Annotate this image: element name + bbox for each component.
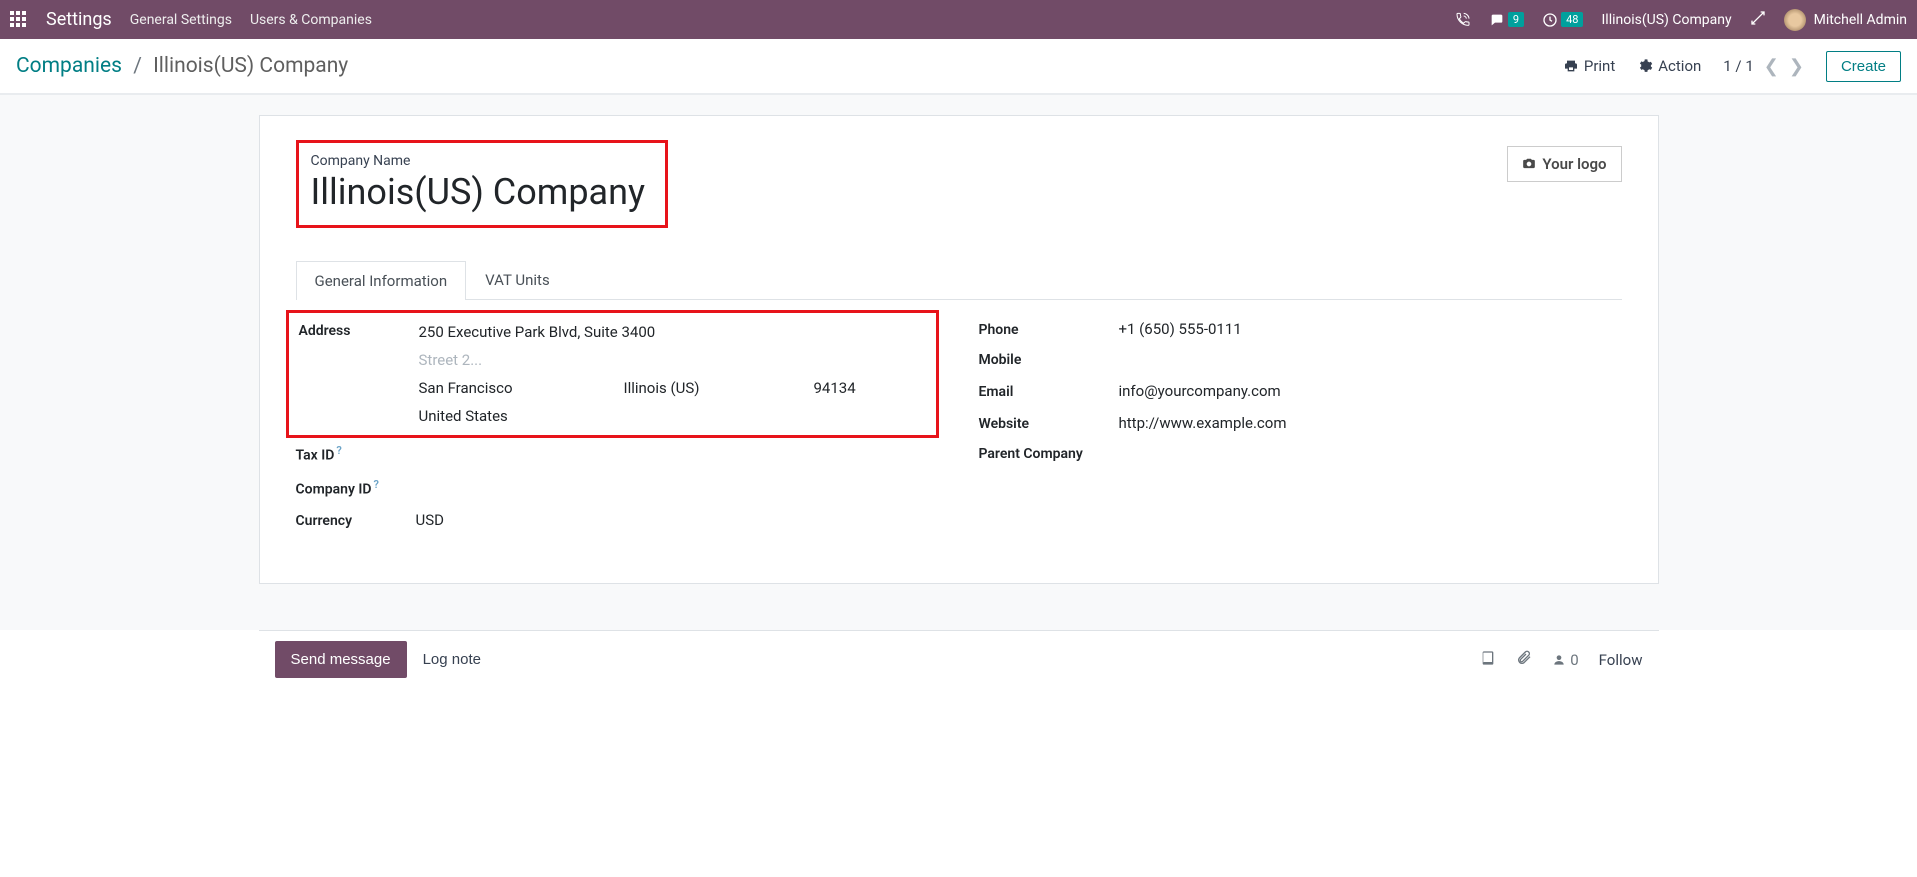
state-field[interactable]: Illinois (US) [624,379,774,397]
phone-label: Phone [979,322,1119,338]
city-field[interactable]: San Francisco [419,379,584,397]
pager-next[interactable]: ❯ [1789,56,1804,77]
attachment-icon[interactable] [1516,650,1532,670]
email-field[interactable]: info@yourcompany.com [1119,382,1622,400]
street2-field[interactable]: Street 2... [419,351,918,369]
follow-button[interactable]: Follow [1599,651,1643,669]
content-area: Company Name Illinois(US) Company Your l… [0,94,1917,630]
control-bar: Companies / Illinois(US) Company Print A… [0,39,1917,94]
pager-prev[interactable]: ❮ [1764,56,1779,77]
mobile-label: Mobile [979,352,1119,368]
company-name-block: Company Name Illinois(US) Company [296,140,669,228]
parent-company-label: Parent Company [979,446,1119,462]
breadcrumb-current: Illinois(US) Company [153,54,348,78]
followers-button[interactable]: 0 [1552,651,1578,669]
chatter-bar: Send message Log note 0 Follow [259,630,1659,688]
form-grid: Address 250 Executive Park Blvd, Suite 3… [296,320,1622,543]
address-highlight-box: Address 250 Executive Park Blvd, Suite 3… [286,310,939,438]
tax-id-label: Tax ID? [296,444,416,464]
activities-icon[interactable]: 48 [1542,12,1583,28]
company-switcher[interactable]: Illinois(US) Company [1601,12,1731,28]
zip-field[interactable]: 94134 [814,379,856,397]
voip-icon[interactable] [1455,12,1471,28]
tab-general-information[interactable]: General Information [296,261,467,300]
topbar: Settings General Settings Users & Compan… [0,0,1917,39]
form-sheet: Company Name Illinois(US) Company Your l… [259,115,1659,584]
user-menu[interactable]: Mitchell Admin [1784,9,1907,31]
company-name-label: Company Name [311,153,646,169]
user-name: Mitchell Admin [1814,12,1907,28]
breadcrumb-root[interactable]: Companies [16,54,122,78]
nav-general-settings[interactable]: General Settings [130,12,232,28]
website-field[interactable]: http://www.example.com [1119,414,1622,432]
street-field[interactable]: 250 Executive Park Blvd, Suite 3400 [419,323,918,341]
email-label: Email [979,384,1119,400]
activities-badge: 48 [1561,12,1583,27]
nav-users-companies[interactable]: Users & Companies [250,12,372,28]
form-column-left: Address 250 Executive Park Blvd, Suite 3… [296,320,939,543]
phone-field[interactable]: +1 (650) 555-0111 [1119,320,1622,338]
breadcrumb: Companies / Illinois(US) Company [16,54,348,78]
messages-icon[interactable]: 9 [1489,12,1524,28]
send-message-button[interactable]: Send message [275,641,407,678]
avatar [1784,9,1806,31]
currency-label: Currency [296,513,416,529]
website-label: Website [979,416,1119,432]
print-button[interactable]: Print [1563,57,1615,75]
log-note-button[interactable]: Log note [407,641,497,678]
pager-value[interactable]: 1 / 1 [1723,57,1754,75]
currency-field[interactable]: USD [416,511,939,529]
pager: 1 / 1 ❮ ❯ [1723,56,1804,77]
action-button[interactable]: Action [1637,57,1701,75]
company-id-help-icon[interactable]: ? [374,478,379,491]
apps-icon[interactable] [10,11,28,29]
breadcrumb-separator: / [133,54,142,78]
company-name-field[interactable]: Illinois(US) Company [311,171,646,213]
logo-upload[interactable]: Your logo [1507,146,1621,182]
tax-id-help-icon[interactable]: ? [336,444,341,457]
country-field[interactable]: United States [419,407,918,425]
tab-vat-units[interactable]: VAT Units [466,260,569,299]
messages-badge: 9 [1508,12,1524,27]
company-id-label: Company ID? [296,478,416,498]
follower-count: 0 [1570,651,1578,669]
app-title: Settings [46,9,112,30]
create-button[interactable]: Create [1826,51,1901,82]
form-column-right: Phone +1 (650) 555-0111 Mobile Email inf… [979,320,1622,543]
address-label: Address [299,323,419,425]
debug-icon[interactable] [1750,10,1766,30]
tabs: General Information VAT Units [296,260,1622,300]
book-icon[interactable] [1480,650,1496,670]
